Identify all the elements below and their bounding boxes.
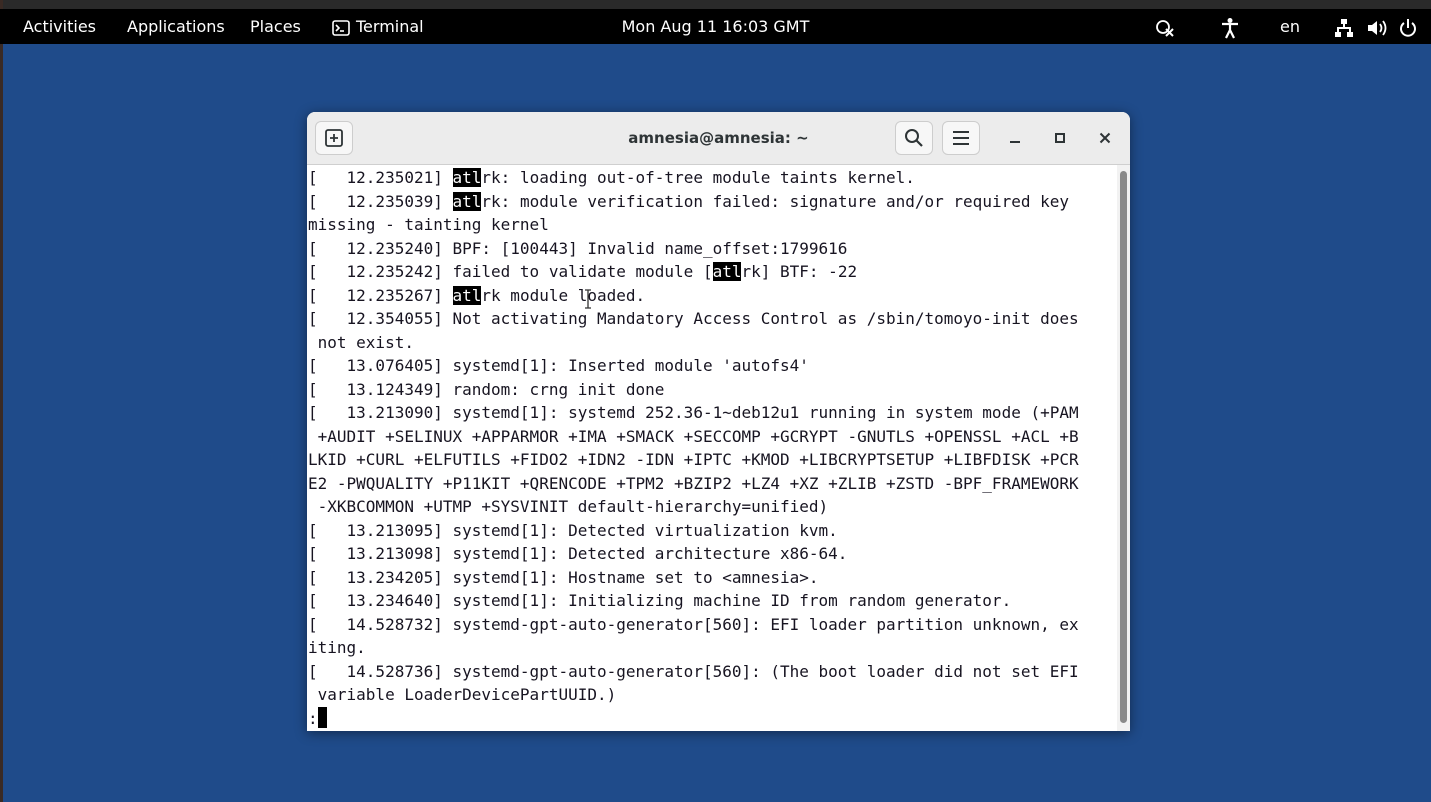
terminal-line: [ 12.235242] failed to validate module [… [308,260,1118,284]
terminal-text: rk: module verification failed: signatur… [481,191,1070,211]
terminal-line: [ 13.213090] systemd[1]: systemd 252.36-… [308,401,1118,425]
terminal-text: [ 13.213090] systemd[1]: systemd 252.36-… [308,403,1079,422]
terminal-line: [ 12.235039] atlrk: module verification … [308,190,1118,214]
text-cursor [317,706,327,728]
terminal-line: [ 13.213095] systemd[1]: Detected virtua… [308,519,1118,543]
search-highlight: atl [452,191,482,211]
disabled-pointer-icon[interactable] [1154,9,1176,44]
terminal-line: variable LoaderDevicePartUUID.) [308,683,1118,707]
terminal-line: [ 12.235267] atlrk module loaded. [308,284,1118,308]
terminal-line: missing - tainting kernel [308,213,1118,237]
terminal-line: [ 12.354055] Not activating Mandatory Ac… [308,307,1118,331]
terminal-text: [ 12.235240] BPF: [100443] Invalid name_… [308,238,848,258]
terminal-line: iting. [308,636,1118,660]
window-titlebar[interactable]: amnesia@amnesia: ~ [307,112,1130,165]
places-menu[interactable]: Places [250,9,301,44]
terminal-text: rk module loaded. [481,285,646,305]
top-bar: Activities Applications Places Terminal … [0,9,1431,44]
prompt-line[interactable]: : [308,706,1118,731]
terminal-text: [ 14.528732] systemd-gpt-auto-generator[… [308,614,1079,634]
terminal-text: [ 12.235021] [308,168,453,187]
terminal-text: -XKBCOMMON +UTMP +SYSVINIT default-hiera… [308,497,829,516]
menu-button[interactable] [942,121,980,155]
terminal-window[interactable]: amnesia@amnesia: ~ [12.235021] atlrk: l… [307,112,1130,731]
terminal-line: E2 -PWQUALITY +P11KIT +QRENCODE +TPM2 +B… [308,472,1118,496]
search-highlight: atl [712,262,742,281]
terminal-line: not exist. [308,331,1118,355]
terminal-text: LKID +CURL +ELFUTILS +FIDO2 +IDN2 -IDN +… [308,450,1079,469]
ibeam-pointer-icon [585,289,591,309]
terminal-line: [ 13.213098] systemd[1]: Detected archit… [308,542,1118,566]
network-icon[interactable] [1334,9,1354,44]
terminal-app-menu[interactable]: Terminal [332,9,424,44]
terminal-text: [ 13.124349] random: crng init done [308,379,665,399]
search-highlight: atl [452,168,482,187]
prompt: : [308,708,318,728]
terminal-line: [ 14.528732] systemd-gpt-auto-generator[… [308,613,1118,637]
terminal-text: rk] BTF: -22 [741,262,858,281]
terminal-text: variable LoaderDevicePartUUID.) [308,685,617,704]
terminal-line: [ 12.235021] atlrk: loading out-of-tree … [308,166,1118,190]
terminal-text: [ 13.234205] systemd[1]: Hostname set to… [308,567,819,587]
terminal-text: [ 14.528736] systemd-gpt-auto-generator[… [308,661,1079,681]
terminal-line: -XKBCOMMON +UTMP +SYSVINIT default-hiera… [308,495,1118,519]
applications-menu[interactable]: Applications [127,9,225,44]
terminal-text: [ 12.235242] failed to validate module [ [308,262,713,281]
close-icon [1099,132,1111,144]
terminal-text: E2 -PWQUALITY +P11KIT +QRENCODE +TPM2 +B… [308,473,1079,493]
hamburger-menu-icon [953,131,969,145]
language-indicator[interactable]: en [1280,9,1300,44]
close-button[interactable] [1093,126,1117,150]
terminal-icon [332,19,350,36]
maximize-icon [1055,133,1065,143]
terminal-text: not exist. [308,332,414,352]
search-icon [905,129,923,147]
terminal-text: iting. [308,638,366,657]
search-button[interactable] [895,121,933,155]
terminal-text: [ 13.076405] systemd[1]: Inserted module… [308,356,809,375]
terminal-line: [ 13.124349] random: crng init done [308,378,1118,402]
clock[interactable]: Mon Aug 11 16:03 GMT [622,17,810,36]
scrollbar[interactable] [1117,165,1130,731]
terminal-line: [ 12.235240] BPF: [100443] Invalid name_… [308,237,1118,261]
search-highlight: atl [452,285,482,305]
terminal-app-label: Terminal [356,17,424,36]
scrollbar-thumb[interactable] [1120,171,1127,723]
volume-icon[interactable] [1366,9,1388,44]
terminal-line: [ 13.076405] systemd[1]: Inserted module… [308,354,1118,378]
terminal-text: [ 13.213098] systemd[1]: Detected archit… [308,544,848,563]
power-icon[interactable] [1398,9,1418,44]
terminal-text: [ 12.235267] [308,285,453,305]
terminal-text: [ 12.354055] Not activating Mandatory Ac… [308,309,1079,328]
terminal-text: +AUDIT +SELINUX +APPARMOR +IMA +SMACK +S… [308,426,1079,446]
terminal-line: +AUDIT +SELINUX +APPARMOR +IMA +SMACK +S… [308,425,1118,449]
terminal-text: [ 13.213095] systemd[1]: Detected virtua… [308,520,838,540]
terminal-output[interactable]: [ 12.235021] atlrk: loading out-of-tree … [307,165,1118,731]
maximize-button[interactable] [1048,126,1072,150]
terminal-line: LKID +CURL +ELFUTILS +FIDO2 +IDN2 -IDN +… [308,448,1118,472]
terminal-line: [ 14.528736] systemd-gpt-auto-generator[… [308,660,1118,684]
accessibility-icon[interactable] [1220,9,1240,44]
terminal-text: missing - tainting kernel [308,215,549,234]
terminal-text: [ 12.235039] [308,191,453,211]
activities-button[interactable]: Activities [23,9,96,44]
screen-top-edge [0,0,1431,9]
minimize-button[interactable] [1003,126,1027,150]
terminal-text: [ 13.234640] systemd[1]: Initializing ma… [308,591,1012,610]
terminal-text: rk: loading out-of-tree module taints ke… [481,168,915,187]
terminal-line: [ 13.234640] systemd[1]: Initializing ma… [308,589,1118,613]
minimize-icon [1010,141,1020,143]
terminal-line: [ 13.234205] systemd[1]: Hostname set to… [308,566,1118,590]
screen-left-edge [0,0,3,802]
